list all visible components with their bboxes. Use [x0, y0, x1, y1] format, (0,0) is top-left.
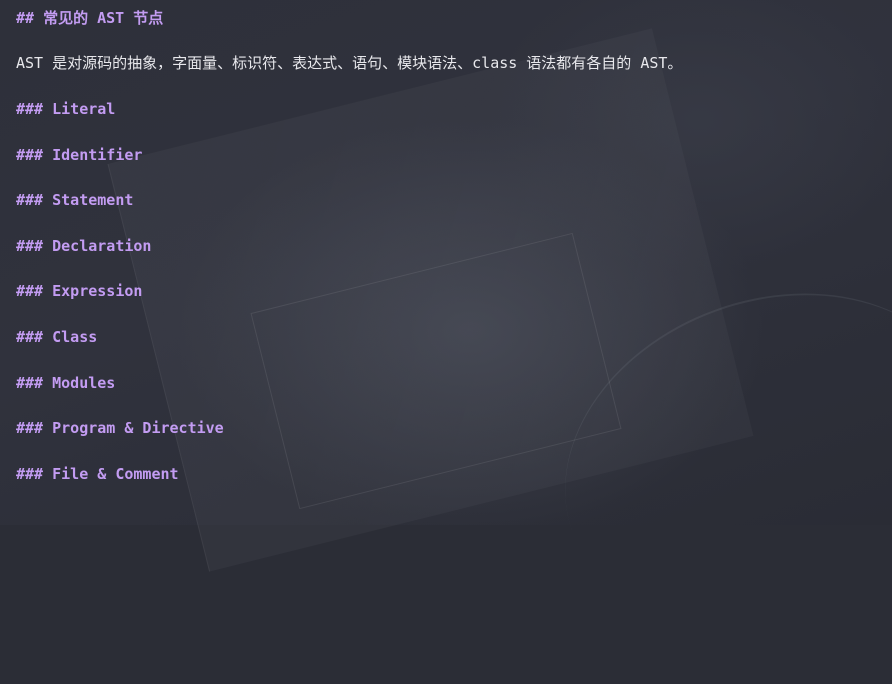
heading-statement: ### Statement: [16, 191, 134, 209]
intro-paragraph: AST 是对源码的抽象，字面量、标识符、表达式、语句、模块语法、class 语法…: [16, 54, 683, 72]
heading-declaration: ### Declaration: [16, 237, 152, 255]
heading-program-directive: ### Program & Directive: [16, 419, 224, 437]
heading-expression: ### Expression: [16, 282, 143, 300]
heading-common-ast-nodes: ## 常见的 AST 节点: [16, 9, 164, 27]
heading-class: ### Class: [16, 328, 98, 346]
heading-file-comment: ### File & Comment: [16, 465, 179, 483]
heading-literal: ### Literal: [16, 100, 116, 118]
heading-modules: ### Modules: [16, 374, 116, 392]
heading-identifier: ### Identifier: [16, 146, 143, 164]
